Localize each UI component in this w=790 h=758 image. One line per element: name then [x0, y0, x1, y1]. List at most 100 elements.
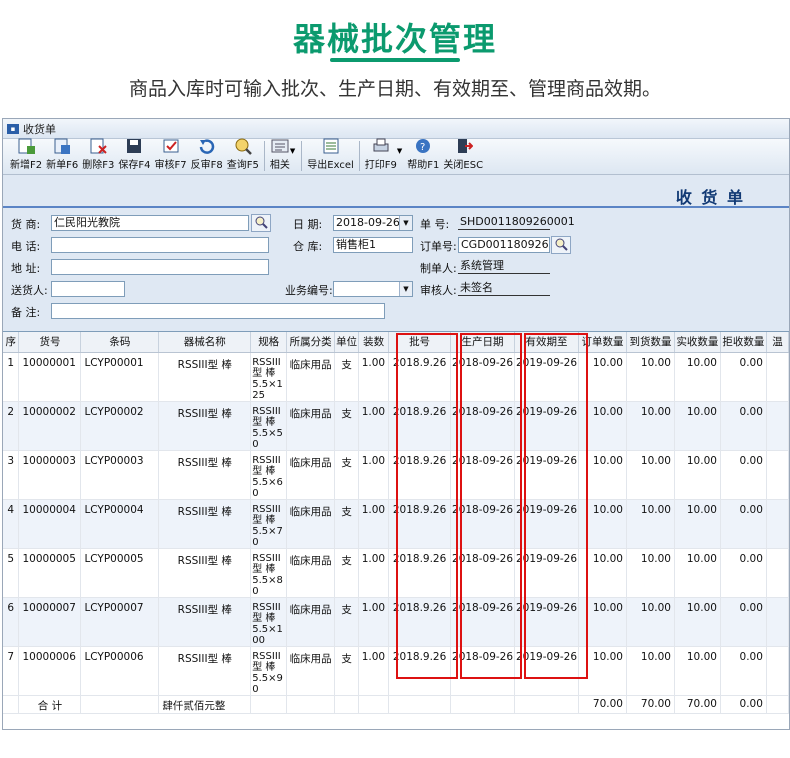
table-cell[interactable]: 1.00	[358, 646, 390, 696]
table-cell[interactable]: LCYP00007	[80, 597, 160, 647]
table-cell[interactable]: RSSIII型 棒 5.5×70	[250, 499, 288, 549]
column-header[interactable]: 实收数量	[674, 332, 721, 353]
column-header[interactable]: 序	[3, 332, 20, 353]
table-cell[interactable]: 1	[3, 352, 20, 402]
table-cell[interactable]: 支	[334, 499, 360, 549]
table-cell[interactable]: 1.00	[358, 548, 390, 598]
table-cell[interactable]: 支	[334, 352, 360, 402]
table-cell[interactable]: LCYP00005	[80, 548, 160, 598]
table-cell[interactable]: 支	[334, 597, 360, 647]
table-cell[interactable]: 10.00	[674, 499, 721, 549]
table-cell[interactable]: 0.00	[720, 646, 767, 696]
toolbar-neworder-button[interactable]: 新单F6	[45, 137, 79, 171]
table-cell[interactable]: 0.00	[720, 352, 767, 402]
table-cell[interactable]: 1.00	[358, 450, 390, 500]
table-cell[interactable]: 3	[3, 450, 20, 500]
toolbar-unapprove-button[interactable]: 反审F8	[190, 137, 224, 171]
column-header[interactable]: 到货数量	[626, 332, 675, 353]
column-header[interactable]: 装数	[358, 332, 390, 353]
table-cell[interactable]: 4	[3, 499, 20, 549]
table-cell[interactable]: 10000002	[18, 401, 82, 451]
table-cell[interactable]: RSSIII型 棒	[158, 499, 252, 549]
table-cell[interactable]: 10.00	[626, 646, 675, 696]
table-cell[interactable]: RSSIII型 棒 5.5×100	[250, 597, 288, 647]
table-cell[interactable]: 1.00	[358, 401, 390, 451]
table-cell[interactable]: 10.00	[674, 450, 721, 500]
warehouse-field[interactable]: 销售柜1	[333, 237, 413, 253]
table-cell[interactable]: 临床用品	[286, 352, 336, 402]
phone-field[interactable]	[51, 237, 269, 253]
column-header[interactable]: 规格	[250, 332, 288, 353]
toolbar-approve-button[interactable]: 审核F7	[154, 137, 188, 171]
table-cell[interactable]: 10000001	[18, 352, 82, 402]
table-cell[interactable]: LCYP00004	[80, 499, 160, 549]
table-cell[interactable]: 0.00	[720, 548, 767, 598]
table-cell[interactable]: 10000003	[18, 450, 82, 500]
column-header[interactable]: 拒收数量	[720, 332, 767, 353]
address-field[interactable]	[51, 259, 269, 275]
supplier-picker-button[interactable]	[251, 214, 271, 232]
table-cell[interactable]: 10.00	[626, 352, 675, 402]
table-cell[interactable]: RSSIII型 棒	[158, 597, 252, 647]
table-cell[interactable]: 0.00	[720, 450, 767, 500]
table-cell[interactable]: 临床用品	[286, 450, 336, 500]
table-cell[interactable]: 10.00	[674, 646, 721, 696]
table-cell[interactable]: 临床用品	[286, 401, 336, 451]
table-cell[interactable]: RSSIII型 棒	[158, 352, 252, 402]
table-cell[interactable]: 0.00	[720, 401, 767, 451]
table-cell[interactable]: 支	[334, 450, 360, 500]
toolbar-save-button[interactable]: 保存F4	[117, 137, 151, 171]
table-cell[interactable]: RSSIII型 棒	[158, 646, 252, 696]
table-cell[interactable]: 10.00	[674, 597, 721, 647]
table-cell[interactable]: RSSIII型 棒 5.5×60	[250, 450, 288, 500]
toolbar-related-button[interactable]: 相关	[269, 137, 291, 171]
column-header[interactable]: 货号	[18, 332, 82, 353]
business-no-select[interactable]: ▼	[333, 281, 413, 297]
table-cell[interactable]: RSSIII型 棒 5.5×90	[250, 646, 288, 696]
table-cell[interactable]: 2	[3, 401, 20, 451]
table-cell[interactable]: 10.00	[626, 450, 675, 500]
table-cell[interactable]: 0.00	[720, 499, 767, 549]
table-cell[interactable]: RSSIII型 棒 5.5×125	[250, 352, 288, 402]
date-picker[interactable]: 2018-09-26 ▼	[333, 215, 413, 231]
toolbar-close-button[interactable]: 关闭ESC	[442, 137, 484, 171]
toolbar-print-button[interactable]: 打印F9	[364, 137, 398, 171]
table-cell[interactable]: 10000006	[18, 646, 82, 696]
table-cell[interactable]: 6	[3, 597, 20, 647]
table-cell[interactable]: 支	[334, 548, 360, 598]
table-cell[interactable]: 10000004	[18, 499, 82, 549]
table-cell[interactable]: 5	[3, 548, 20, 598]
table-cell[interactable]: LCYP00006	[80, 646, 160, 696]
table-cell[interactable]: 10.00	[626, 499, 675, 549]
table-cell[interactable]: 10.00	[674, 548, 721, 598]
remark-field[interactable]	[51, 303, 385, 319]
table-cell[interactable]: 1.00	[358, 499, 390, 549]
column-header[interactable]: 条码	[80, 332, 160, 353]
table-cell[interactable]: 临床用品	[286, 646, 336, 696]
table-cell[interactable]: RSSIII型 棒	[158, 450, 252, 500]
column-header[interactable]: 所属分类	[286, 332, 336, 353]
table-cell[interactable]: 临床用品	[286, 499, 336, 549]
table-cell[interactable]: 10.00	[626, 401, 675, 451]
toolbar-new-button[interactable]: 新增F2	[9, 137, 43, 171]
deliverer-field[interactable]	[51, 281, 125, 297]
table-cell[interactable]: 临床用品	[286, 597, 336, 647]
toolbar-delete-button[interactable]: 删除F3	[81, 137, 115, 171]
supplier-field[interactable]: 仁民阳光教院	[51, 215, 249, 231]
column-header[interactable]: 单位	[334, 332, 360, 353]
table-cell[interactable]: 1.00	[358, 597, 390, 647]
toolbar-help-button[interactable]: ? 帮助F1	[406, 137, 440, 171]
table-cell[interactable]: 10000007	[18, 597, 82, 647]
table-cell[interactable]: RSSIII型 棒	[158, 548, 252, 598]
table-cell[interactable]: 10.00	[626, 548, 675, 598]
table-cell[interactable]: 7	[3, 646, 20, 696]
orderno-field[interactable]: CGD0011809260001	[458, 237, 550, 253]
column-header[interactable]: 器械名称	[158, 332, 252, 353]
table-cell[interactable]: 1.00	[358, 352, 390, 402]
toolbar-query-button[interactable]: 查询F5	[226, 137, 260, 171]
table-cell[interactable]: 临床用品	[286, 548, 336, 598]
table-cell[interactable]: 10000005	[18, 548, 82, 598]
table-cell[interactable]: RSSIII型 棒	[158, 401, 252, 451]
table-cell[interactable]: RSSIII型 棒 5.5×50	[250, 401, 288, 451]
table-cell[interactable]: LCYP00002	[80, 401, 160, 451]
